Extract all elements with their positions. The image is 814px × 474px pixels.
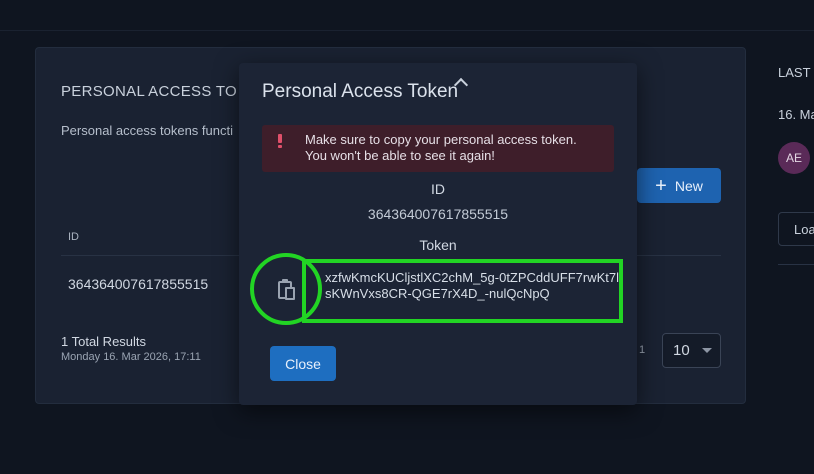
alert-line-2: You won't be able to see it again! [305,148,495,163]
side-panel-button[interactable]: Loa [778,212,814,246]
card-title: PERSONAL ACCESS TO [61,83,238,100]
page-size-select[interactable]: 10 [662,333,721,368]
plus-icon: + [655,174,667,197]
copy-warning-alert: Make sure to copy your personal access t… [262,125,614,172]
header-divider [0,30,814,31]
column-header-id: ID [68,231,79,243]
side-panel-heading: LAST [778,65,811,80]
alert-message: Make sure to copy your personal access t… [305,132,605,164]
new-token-button[interactable]: + New [637,168,721,203]
close-button[interactable]: Close [270,346,336,381]
alert-line-1: Make sure to copy your personal access t… [305,132,577,147]
id-value: 364364007617855515 [367,206,509,222]
side-panel-divider [778,264,814,265]
card-description: Personal access tokens functi [61,123,233,138]
dialog-title: Personal Access Token [262,81,459,102]
new-button-label: New [674,177,703,194]
token-value[interactable]: xzfwKmcKUCljstlXC2chM_5g-0tZPCddUFF7rwKt… [302,259,623,323]
footer-date: Monday 16. Mar 2026, 17:11 [61,351,201,363]
total-results: 1 Total Results [61,334,147,349]
exclamation-icon [278,134,282,148]
token-label: Token [419,237,457,253]
side-panel-date: 16. Ma [778,107,814,122]
personal-access-token-dialog: Personal Access Token Make sure to copy … [239,63,637,405]
page-size-value: 10 [673,342,690,359]
page-number[interactable]: 1 [639,344,645,356]
avatar: AE [778,142,810,174]
caret-down-icon [701,348,712,353]
id-label: ID [431,181,445,197]
clipboard-icon [277,278,295,300]
table-row[interactable]: 364364007617855515 [68,276,208,292]
